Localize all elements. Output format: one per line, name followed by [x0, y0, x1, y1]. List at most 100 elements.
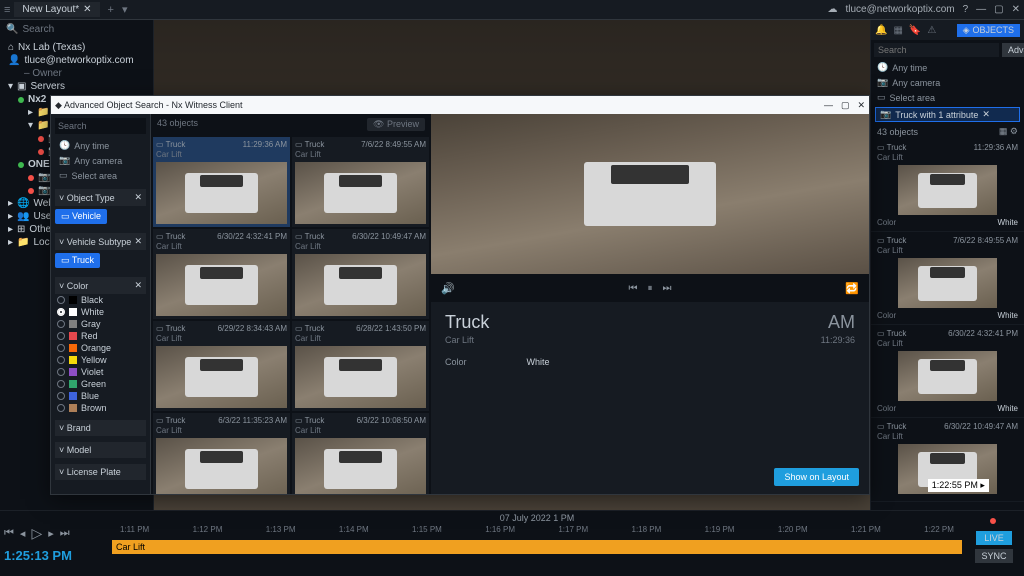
filter-select-area[interactable]: ▭Select area [55, 168, 146, 183]
color-name: White [81, 307, 104, 317]
color-option-red[interactable]: Red [55, 330, 146, 342]
timeline-track[interactable]: 07 July 2022 1 PM 1:11 PM1:12 PM1:13 PM1… [110, 511, 964, 576]
step-fwd-icon[interactable]: ▸ [48, 527, 54, 540]
layout-tab-label: New Layout* [22, 4, 79, 15]
motion-icon[interactable]: ▦ [893, 25, 902, 36]
right-result-card[interactable]: ▭ Truck11:29:36 AMCar LiftColorWhite [871, 139, 1024, 232]
timeline-tick: 1:14 PM [339, 525, 369, 534]
app-menu-icon[interactable]: ≡ [4, 4, 10, 16]
minimize-icon[interactable]: — [824, 100, 833, 111]
radio-icon [57, 368, 65, 376]
filter-any-camera[interactable]: 📷Any camera [871, 75, 1024, 90]
result-card[interactable]: ▭ Truck6/30/22 10:49:47 AMCar Lift [292, 229, 429, 319]
brand-header[interactable]: ˅ Brand [55, 420, 146, 436]
color-option-orange[interactable]: Orange [55, 342, 146, 354]
bookmark-icon[interactable]: 🔖 [909, 25, 921, 36]
jump-end-icon[interactable]: ⏭ [60, 527, 70, 540]
settings-icon[interactable]: ⚙ [1010, 126, 1018, 136]
color-header[interactable]: ˅ Color✕ [55, 277, 146, 294]
truck-chip[interactable]: ▭ Truck [55, 253, 100, 268]
model-header[interactable]: ˅ Model [55, 442, 146, 458]
account-label[interactable]: tluce@networkoptix.com [846, 4, 955, 15]
color-option-brown[interactable]: Brown [55, 402, 146, 414]
vehicle-subtype-header[interactable]: ˅ Vehicle Subtype✕ [55, 233, 146, 250]
loop-icon[interactable]: 🔁 [845, 282, 859, 295]
camera-icon: ▭ [295, 140, 303, 149]
maximize-icon[interactable]: ▢ [841, 100, 850, 111]
servers-node[interactable]: ▾▣Servers [0, 80, 153, 93]
close-icon[interactable]: ✕ [982, 109, 990, 120]
license-header[interactable]: ˅ License Plate [55, 464, 146, 480]
dialog-titlebar[interactable]: ◆ Advanced Object Search - Nx Witness Cl… [51, 96, 869, 114]
result-card[interactable]: ▭ Truck11:29:36 AMCar Lift [153, 137, 290, 227]
chevron-down-icon: ▾ [8, 81, 13, 92]
result-card[interactable]: ▭ Truck6/3/22 10:08:50 AMCar Lift [292, 413, 429, 494]
grid-icon[interactable]: ▦ [999, 126, 1008, 136]
color-option-green[interactable]: Green [55, 378, 146, 390]
color-option-violet[interactable]: Violet [55, 366, 146, 378]
color-option-white[interactable]: White [55, 306, 146, 318]
truck-thumbnail [584, 162, 715, 226]
right-result-card[interactable]: ▭ Truck6/30/22 10:49:47 AMCar Lift1:22:5… [871, 418, 1024, 502]
right-result-card[interactable]: ▭ Truck7/6/22 8:49:55 AMCar LiftColorWhi… [871, 232, 1024, 325]
jump-start-icon[interactable]: ⏮ [4, 527, 14, 540]
result-thumbnail [295, 438, 426, 494]
filter-search[interactable]: Search [55, 118, 146, 134]
timeline-camera-bar[interactable]: Car Lift [112, 540, 962, 554]
right-result-card[interactable]: ▭ Truck6/30/22 4:32:41 PMCar LiftColorWh… [871, 325, 1024, 418]
filter-any-time[interactable]: 🕓Any time [55, 138, 146, 153]
advanced-button[interactable]: Advanced... [1002, 43, 1024, 57]
step-back-icon[interactable]: ◂ [20, 527, 26, 540]
sync-button[interactable]: SYNC [975, 549, 1012, 563]
vehicle-chip[interactable]: ▭ Vehicle [55, 209, 107, 224]
layout-tab[interactable]: New Layout* ✕ [14, 2, 99, 17]
live-button[interactable]: LIVE [976, 531, 1012, 545]
close-icon[interactable]: ✕ [134, 280, 142, 291]
video-player[interactable] [431, 114, 869, 274]
clock-icon: 🕓 [59, 140, 70, 151]
close-icon[interactable]: ✕ [134, 236, 142, 247]
help-icon[interactable]: ? [963, 4, 969, 15]
next-icon[interactable]: ⏭ [663, 283, 672, 294]
user-node[interactable]: 👤tluce@networkoptix.com [0, 54, 153, 67]
color-name: Brown [81, 403, 107, 413]
result-thumbnail [156, 162, 287, 224]
result-card[interactable]: ▭ Truck6/28/22 1:43:50 PMCar Lift [292, 321, 429, 411]
bell-icon[interactable]: 🔔 [875, 25, 887, 36]
lab-node[interactable]: ⌂Nx Lab (Texas) [0, 41, 153, 54]
show-on-layout-button[interactable]: Show on Layout [774, 468, 859, 486]
warning-icon[interactable]: ⚠ [927, 25, 936, 36]
play-icon[interactable]: ▷ [31, 525, 42, 542]
color-name: Green [81, 379, 106, 389]
volume-icon[interactable]: 🔊 [441, 282, 455, 295]
close-icon[interactable]: ✕ [134, 192, 142, 203]
color-option-blue[interactable]: Blue [55, 390, 146, 402]
add-tab-icon[interactable]: + [104, 4, 118, 16]
preview-toggle[interactable]: 👁 Preview [367, 118, 425, 131]
filter-select-area[interactable]: ▭Select area [871, 90, 1024, 105]
result-card[interactable]: ▭ Truck6/29/22 8:34:43 AMCar Lift [153, 321, 290, 411]
filter-any-time[interactable]: 🕓Any time [871, 60, 1024, 75]
color-option-black[interactable]: Black [55, 294, 146, 306]
camera-icon: 📷 [38, 172, 50, 183]
timeline-tick: 1:19 PM [705, 525, 735, 534]
pause-icon[interactable]: ⏸ [648, 283, 653, 294]
result-card[interactable]: ▭ Truck6/30/22 4:32:41 PMCar Lift [153, 229, 290, 319]
color-option-yellow[interactable]: Yellow [55, 354, 146, 366]
result-card[interactable]: ▭ Truck6/3/22 11:35:23 AMCar Lift [153, 413, 290, 494]
prev-icon[interactable]: ⏮ [629, 283, 638, 294]
close-icon[interactable]: ✕ [857, 100, 865, 111]
filter-chip[interactable]: 📷Truck with 1 attribute✕ [875, 107, 1020, 122]
color-option-gray[interactable]: Gray [55, 318, 146, 330]
tab-dropdown-icon[interactable]: ▾ [122, 3, 128, 16]
result-card[interactable]: ▭ Truck7/6/22 8:49:55 AMCar Lift [292, 137, 429, 227]
objects-tab[interactable]: ◈OBJECTS [957, 24, 1020, 37]
right-search-input[interactable] [874, 43, 999, 57]
tree-search[interactable]: 🔍 Search [0, 20, 153, 39]
object-type-header[interactable]: ˅ Object Type✕ [55, 189, 146, 206]
close-window-icon[interactable]: ✕ [1012, 4, 1020, 15]
close-tab-icon[interactable]: ✕ [83, 4, 91, 15]
minimize-icon[interactable]: — [976, 4, 986, 15]
maximize-icon[interactable]: ▢ [994, 4, 1003, 15]
filter-any-camera[interactable]: 📷Any camera [55, 153, 146, 168]
